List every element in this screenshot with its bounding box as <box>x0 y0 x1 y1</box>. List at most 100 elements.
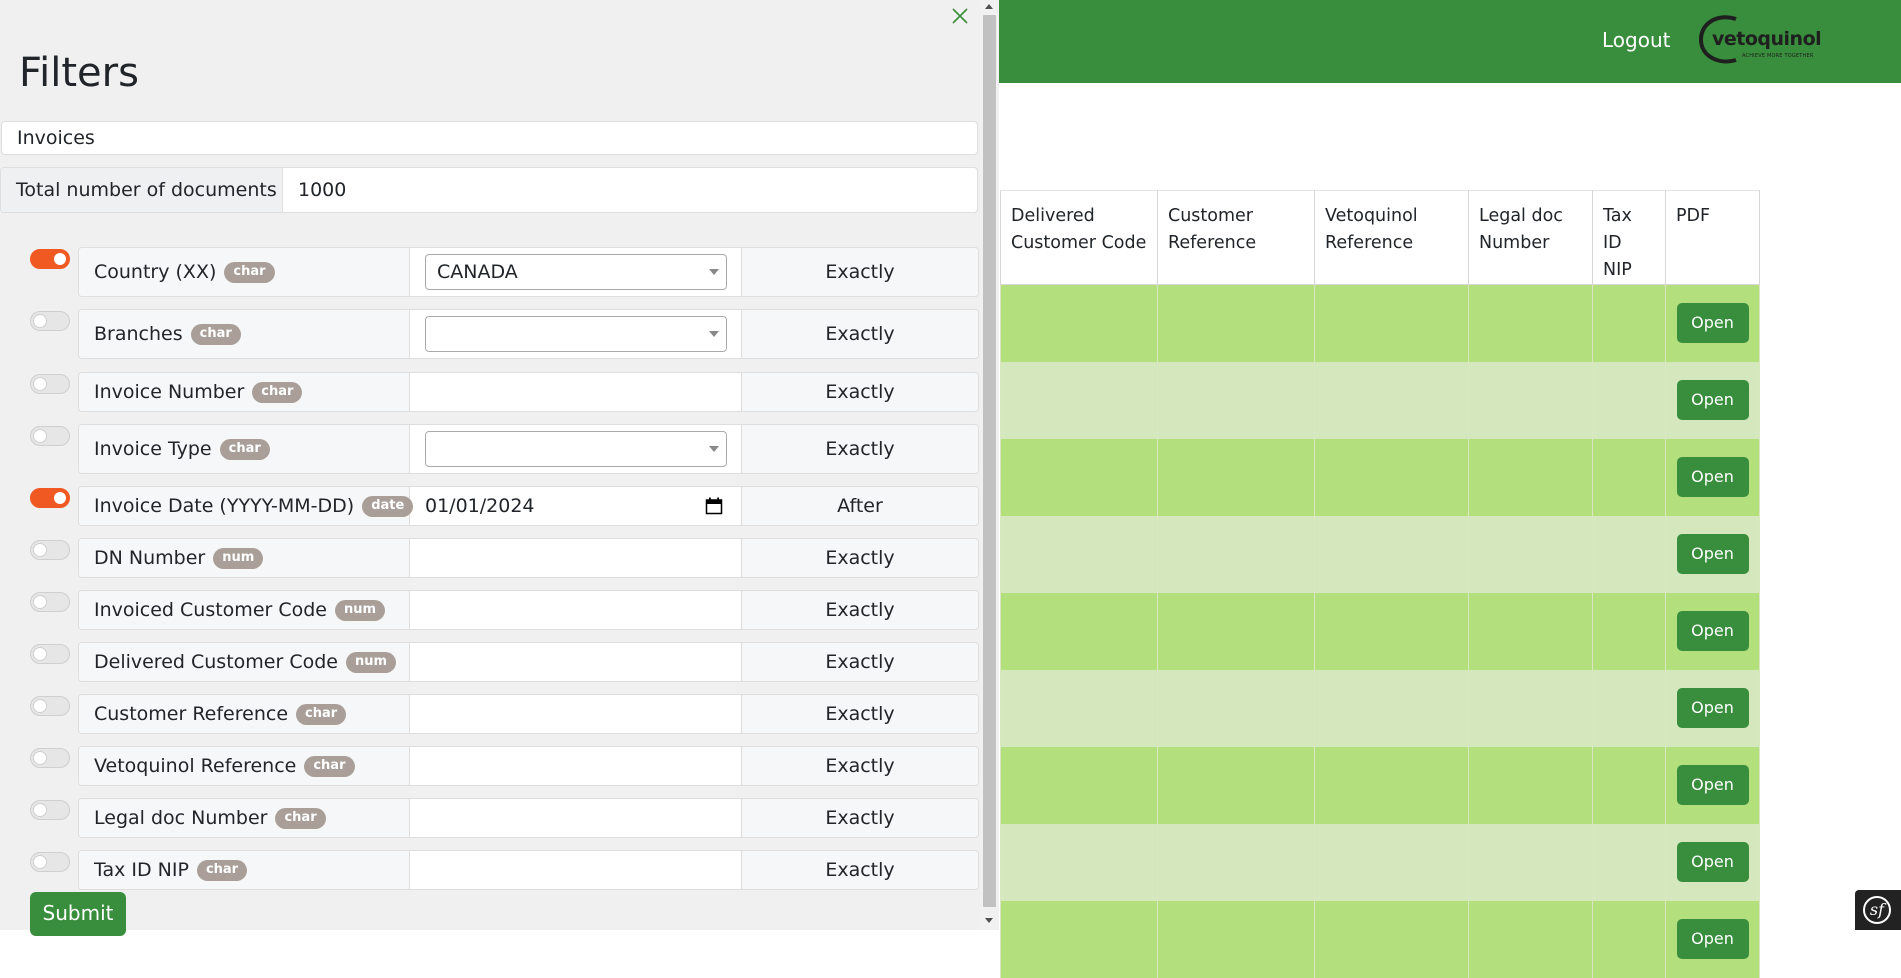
filter-label: Invoice Type <box>94 438 212 460</box>
filter-label: Invoice Number <box>94 381 245 403</box>
calendar-icon[interactable] <box>705 497 723 515</box>
toggle-knob <box>34 752 46 764</box>
column-header[interactable]: Customer Reference <box>1157 190 1315 285</box>
filter-enable-toggle[interactable] <box>30 426 70 446</box>
filter-text-input[interactable] <box>410 747 742 785</box>
filter-text-input[interactable] <box>410 851 742 889</box>
cell-legal-doc-number <box>1468 438 1593 516</box>
scrollbar-thumb[interactable] <box>983 15 996 907</box>
open-pdf-button[interactable]: Open <box>1676 765 1749 805</box>
filter-value-select[interactable]: CANADA <box>425 254 727 290</box>
cell-legal-doc-number <box>1468 900 1593 978</box>
filter-row: Vetoquinol Reference char Exactly <box>78 746 979 786</box>
open-pdf-button[interactable]: Open <box>1676 919 1749 959</box>
open-pdf-button[interactable]: Open <box>1676 688 1749 728</box>
toggle-knob <box>34 700 46 712</box>
column-header[interactable]: Tax ID NIP <box>1592 190 1666 285</box>
filter-operator[interactable]: Exactly <box>742 799 978 837</box>
filter-label-cell: Vetoquinol Reference char <box>79 747 410 785</box>
filter-enable-toggle[interactable] <box>30 644 70 664</box>
filter-operator[interactable]: Exactly <box>742 851 978 889</box>
filter-operator[interactable]: After <box>742 487 978 525</box>
filter-text-input[interactable] <box>410 695 742 733</box>
date-input[interactable]: 01/01/2024 <box>425 487 727 525</box>
brand-logo[interactable]: vetoquinol ACHIEVE MORE TOGETHER <box>1696 13 1824 67</box>
cell-customer-reference <box>1157 515 1315 593</box>
cell-legal-doc-number <box>1468 515 1593 593</box>
column-header[interactable]: PDF <box>1665 190 1760 285</box>
filter-text-input[interactable] <box>410 643 742 681</box>
type-badge: char <box>275 807 326 829</box>
cell-customer-reference <box>1157 669 1315 747</box>
cell-pdf: Open <box>1665 592 1760 670</box>
cell-pdf: Open <box>1665 900 1760 978</box>
filter-text-input[interactable] <box>410 373 742 411</box>
toggle-knob <box>54 253 66 265</box>
cell-legal-doc-number <box>1468 746 1593 824</box>
filter-label-cell: Delivered Customer Code num <box>79 643 410 681</box>
toggle-knob <box>34 544 46 556</box>
open-pdf-button[interactable]: Open <box>1676 303 1749 344</box>
filter-enable-toggle[interactable] <box>30 488 70 508</box>
filter-operator[interactable]: Exactly <box>742 747 978 785</box>
filter-text-input[interactable] <box>410 539 742 577</box>
open-pdf-button[interactable]: Open <box>1676 457 1749 497</box>
column-header[interactable]: Delivered Customer Code <box>1000 190 1158 285</box>
symfony-toolbar-toggle[interactable]: sf <box>1855 890 1901 930</box>
cell-customer-reference <box>1157 823 1315 901</box>
filter-input-cell <box>410 425 742 473</box>
filter-row: Tax ID NIP char Exactly <box>78 850 979 890</box>
filter-operator[interactable]: Exactly <box>742 539 978 577</box>
filter-enable-toggle[interactable] <box>30 748 70 768</box>
filter-text-input[interactable] <box>410 799 742 837</box>
scroll-down-arrow-icon[interactable] <box>985 918 993 923</box>
open-pdf-button[interactable]: Open <box>1676 611 1749 651</box>
cell-tax-id-nip <box>1592 823 1666 901</box>
cell-legal-doc-number <box>1468 669 1593 747</box>
cell-delivered-customer-code <box>1000 284 1158 362</box>
open-pdf-button[interactable]: Open <box>1676 534 1749 574</box>
filter-value-select[interactable] <box>425 431 727 467</box>
cell-legal-doc-number <box>1468 823 1593 901</box>
open-pdf-button[interactable]: Open <box>1676 380 1749 420</box>
cell-delivered-customer-code <box>1000 900 1158 978</box>
column-header[interactable]: Vetoquinol Reference <box>1314 190 1469 285</box>
scroll-up-arrow-icon[interactable] <box>985 4 993 9</box>
open-pdf-button[interactable]: Open <box>1676 842 1749 882</box>
filter-row: Invoice Date (YYYY-MM-DD) date 01/01/2024 A… <box>78 486 979 526</box>
filter-enable-toggle[interactable] <box>30 374 70 394</box>
filter-operator[interactable]: Exactly <box>742 695 978 733</box>
submit-button[interactable]: Submit <box>30 892 126 936</box>
column-header[interactable]: Legal doc Number <box>1468 190 1593 285</box>
date-value: 01/01/2024 <box>425 495 535 517</box>
close-icon[interactable] <box>949 5 971 27</box>
filter-enable-toggle[interactable] <box>30 696 70 716</box>
filter-operator[interactable]: Exactly <box>742 591 978 629</box>
brand-tagline: ACHIEVE MORE TOGETHER <box>1742 53 1814 59</box>
cell-vetoquinol-reference <box>1314 669 1469 747</box>
filter-value-select[interactable] <box>425 316 727 352</box>
filter-operator[interactable]: Exactly <box>742 310 978 358</box>
filter-label: Customer Reference <box>94 703 289 725</box>
cell-pdf: Open <box>1665 823 1760 901</box>
filter-enable-toggle[interactable] <box>30 540 70 560</box>
logout-link[interactable]: Logout <box>1602 28 1670 52</box>
cell-delivered-customer-code <box>1000 361 1158 439</box>
filter-operator[interactable]: Exactly <box>742 373 978 411</box>
filter-operator[interactable]: Exactly <box>742 425 978 473</box>
filter-label-cell: Customer Reference char <box>79 695 410 733</box>
filter-enable-toggle[interactable] <box>30 249 70 269</box>
filter-enable-toggle[interactable] <box>30 852 70 872</box>
filter-input-cell <box>410 310 742 358</box>
filter-operator[interactable]: Exactly <box>742 248 978 296</box>
filter-label-cell: Invoice Number char <box>79 373 410 411</box>
filter-enable-toggle[interactable] <box>30 800 70 820</box>
filter-operator[interactable]: Exactly <box>742 643 978 681</box>
filter-enable-toggle[interactable] <box>30 592 70 612</box>
panel-scrollbar[interactable] <box>980 0 999 930</box>
filter-enable-toggle[interactable] <box>30 311 70 331</box>
filter-label-cell: Legal doc Number char <box>79 799 410 837</box>
filter-row: Delivered Customer Code num Exactly <box>78 642 979 682</box>
cell-pdf: Open <box>1665 515 1760 593</box>
filter-text-input[interactable] <box>410 591 742 629</box>
